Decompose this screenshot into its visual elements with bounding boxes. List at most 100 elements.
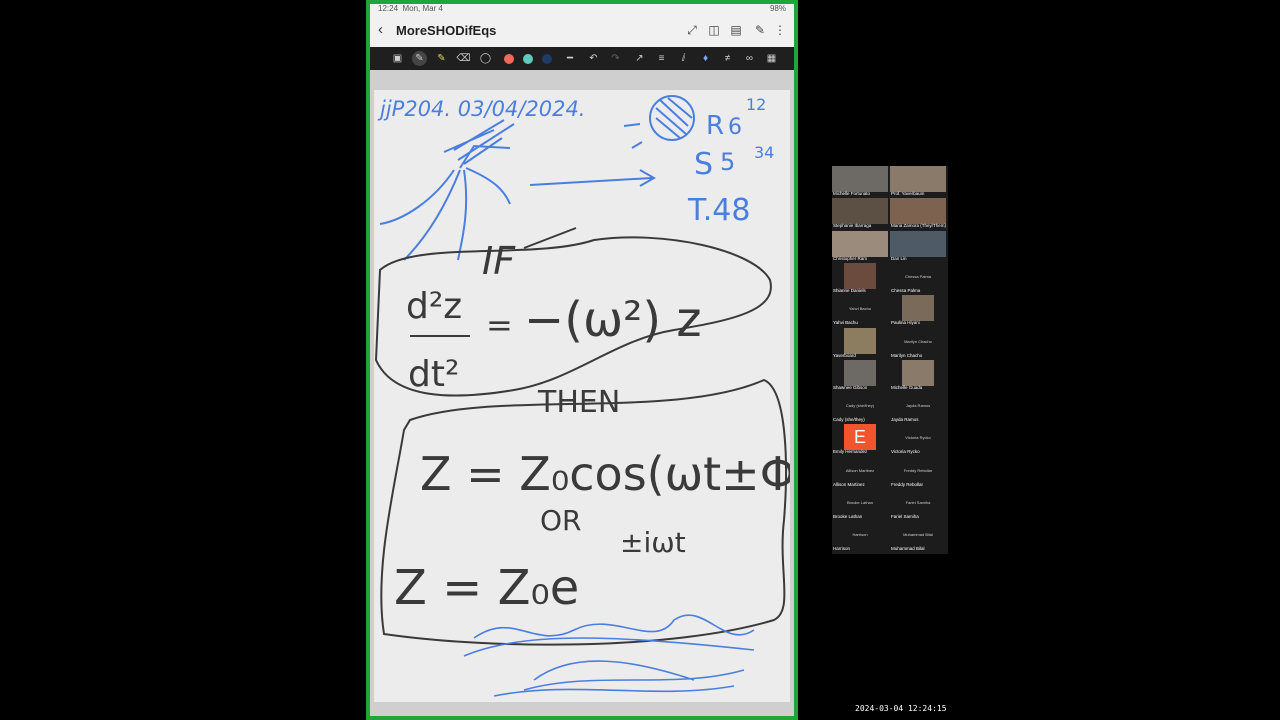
- redo-icon[interactable]: ↷: [608, 51, 623, 66]
- participant-name-center: Victoria Rycko: [905, 435, 931, 441]
- status-bar: 12:24 Mon, Mar 4 98%: [370, 4, 794, 14]
- participant-tile[interactable]: Marilyn Chacho Marilyn Chacho: [890, 328, 946, 359]
- participant-name: Michelle Fortunato: [833, 191, 871, 196]
- more-icon[interactable]: ⋮: [772, 22, 788, 38]
- participant-tile[interactable]: Michelle Fortunato: [832, 166, 888, 197]
- participant-name: Victoria Rycko: [891, 449, 920, 455]
- participant-name: Jayda Ramos: [891, 417, 919, 423]
- participant-tile[interactable]: E Emily Hernandez: [832, 424, 888, 455]
- battery-level: 98%: [769, 4, 786, 13]
- text-tool-icon[interactable]: ⅈ: [676, 51, 691, 66]
- canvas-top-margin: [370, 70, 794, 90]
- link-icon[interactable]: ∞: [742, 51, 757, 66]
- participant-video: [832, 230, 888, 257]
- participant-video: [902, 295, 934, 322]
- participant-name-center: Freddy Rebollar: [903, 467, 933, 473]
- participant-tile[interactable]: Jayda Ramos Jayda Ramos: [890, 392, 946, 423]
- participant-name: Fariel Samiha: [891, 514, 919, 519]
- document-title: MoreSHODifEqs: [396, 23, 497, 38]
- participant-name: Yahvi Bachu: [833, 320, 858, 326]
- panel-icon[interactable]: ◫: [706, 22, 722, 38]
- participant-name: Freddy Rebollar: [891, 481, 924, 487]
- participant-tile[interactable]: Shianne Daniels: [832, 262, 888, 294]
- participant-name-center: Jayda Ramos: [905, 403, 931, 409]
- participant-gallery: Michelle Fortunato Prof. Yaverbaum Stephan…: [832, 166, 948, 554]
- header-note-text: jjP204. 03/04/2024.: [377, 97, 585, 121]
- participant-name: Muhammad Bilal: [891, 546, 925, 552]
- participant-tile[interactable]: Yaverboard: [832, 327, 888, 359]
- undo-icon[interactable]: ↶: [586, 51, 601, 66]
- note-page[interactable]: jjP204. 03/04/2024. R 6 12 S 5 34 T.48 I…: [374, 90, 790, 702]
- participant-tile[interactable]: Christopher Ram: [832, 230, 888, 262]
- participant-name: Paulina Hiyani: [891, 320, 920, 326]
- eq-numerator: d²z: [406, 286, 462, 327]
- participant-tile[interactable]: Paulina Hiyani: [890, 295, 946, 326]
- ruler-icon[interactable]: ↗: [632, 51, 647, 66]
- s-value: 5: [720, 148, 735, 176]
- eraser-icon[interactable]: ⌫: [456, 51, 471, 66]
- lasso-icon[interactable]: ◯: [478, 51, 493, 66]
- participant-tile[interactable]: Dan Lin: [890, 230, 946, 262]
- participant-tile[interactable]: Prof. Yaverbaum: [890, 166, 946, 197]
- sun-rays: [623, 123, 643, 149]
- solution-cos: Z = Z₀cos(ωt±Φ): [420, 447, 790, 501]
- participant-name: Prof. Yaverbaum: [891, 191, 925, 196]
- participant-tile[interactable]: Yahvi Bachu Yahvi Bachu: [832, 295, 888, 326]
- solution-exp: Z = Z₀e: [394, 560, 579, 616]
- participant-tile[interactable]: Stephanie Ibarraga: [832, 198, 888, 229]
- r-value: 6: [728, 115, 742, 140]
- stroke-width-icon[interactable]: ━: [560, 51, 580, 66]
- participant-tile[interactable]: Harrison Harrison: [832, 521, 888, 552]
- participant-tile[interactable]: Michelle Guada: [890, 359, 946, 391]
- canvas-bottom-margin: [370, 702, 794, 716]
- participant-name: Chessa Palma: [891, 287, 921, 293]
- back-button[interactable]: ‹: [378, 22, 383, 38]
- navy-color-swatch[interactable]: [542, 54, 552, 64]
- participant-tile[interactable]: Muhammad Bilal Muhammad Bilal: [890, 521, 946, 552]
- participant-name: Allison Martinez: [833, 481, 865, 487]
- text-icon[interactable]: ▣: [390, 51, 405, 66]
- teal-color-swatch[interactable]: [523, 54, 533, 64]
- red-color-swatch[interactable]: [504, 54, 514, 64]
- highlighter-icon[interactable]: ✎: [434, 51, 449, 66]
- participant-name-center: Cady (she/they): [845, 403, 875, 409]
- participant-name-center: Yahvi Bachu: [848, 306, 872, 312]
- expand-icon[interactable]: ⤢: [684, 22, 700, 38]
- pen-icon[interactable]: ✎: [752, 22, 768, 38]
- participant-name: Marilyn Chacho: [891, 352, 923, 358]
- shapes-icon[interactable]: ≡: [654, 51, 669, 66]
- participant-name: Stephanie Ibarraga: [833, 223, 872, 229]
- participant-tile[interactable]: Fariel Samiha Fariel Samiha: [890, 489, 946, 520]
- convert-icon[interactable]: ≠: [720, 51, 735, 66]
- r-superscript: 12: [746, 95, 766, 114]
- participant-name: Shawnee Gibson: [833, 384, 868, 390]
- if-word: IF: [482, 239, 516, 283]
- arrow-sketch: [529, 169, 657, 187]
- participant-tile[interactable]: Chessa Palma Chessa Palma: [890, 263, 946, 294]
- stylus-icon[interactable]: ♦: [698, 51, 713, 66]
- exponent-label: ±iωt: [620, 526, 686, 559]
- participant-tile[interactable]: Allison Martinez Allison Martinez: [832, 457, 888, 488]
- participant-name: Dan Lin: [891, 255, 907, 261]
- participant-tile[interactable]: Maria Zamora (They/Them): [890, 198, 946, 229]
- participant-tile[interactable]: Victoria Rycko Victoria Rycko: [890, 424, 946, 455]
- pages-icon[interactable]: ▤: [728, 22, 744, 38]
- participant-tile[interactable]: Shawnee Gibson: [832, 359, 888, 391]
- participant-video: E: [844, 424, 876, 451]
- participant-tile[interactable]: Freddy Rebollar Freddy Rebollar: [890, 457, 946, 488]
- title-bar: ‹ MoreSHODifEqs ⤢ ◫ ▤ ✎ ⋮: [370, 14, 794, 47]
- pen-tool-icon[interactable]: ✎: [412, 51, 427, 66]
- drawing-toolbar: ▣ ✎ ✎ ⌫ ◯ ━ ↶ ↷ ↗ ≡ ⅈ ♦ ≠ ∞ ▦: [370, 47, 794, 70]
- participant-name: Shianne Daniels: [833, 287, 866, 293]
- participant-tile[interactable]: Cady (she/they) Cady (she/they): [832, 392, 888, 423]
- participant-name: Harrison: [833, 546, 851, 552]
- recording-timestamp: 2024-03-04 12:24:15: [855, 704, 947, 713]
- participant-tile[interactable]: Brooke Lathan Brooke Lathan: [832, 489, 888, 520]
- participant-name: Yaverboard: [833, 352, 856, 358]
- image-icon[interactable]: ▦: [764, 51, 779, 66]
- participant-name: Michelle Guada: [891, 384, 923, 390]
- handwriting-canvas: jjP204. 03/04/2024. R 6 12 S 5 34 T.48 I…: [374, 95, 790, 697]
- participant-name-center: Marilyn Chacho: [904, 338, 932, 344]
- eq-denominator: dt²: [408, 354, 459, 395]
- participant-name-center: Brooke Lathan: [846, 500, 874, 505]
